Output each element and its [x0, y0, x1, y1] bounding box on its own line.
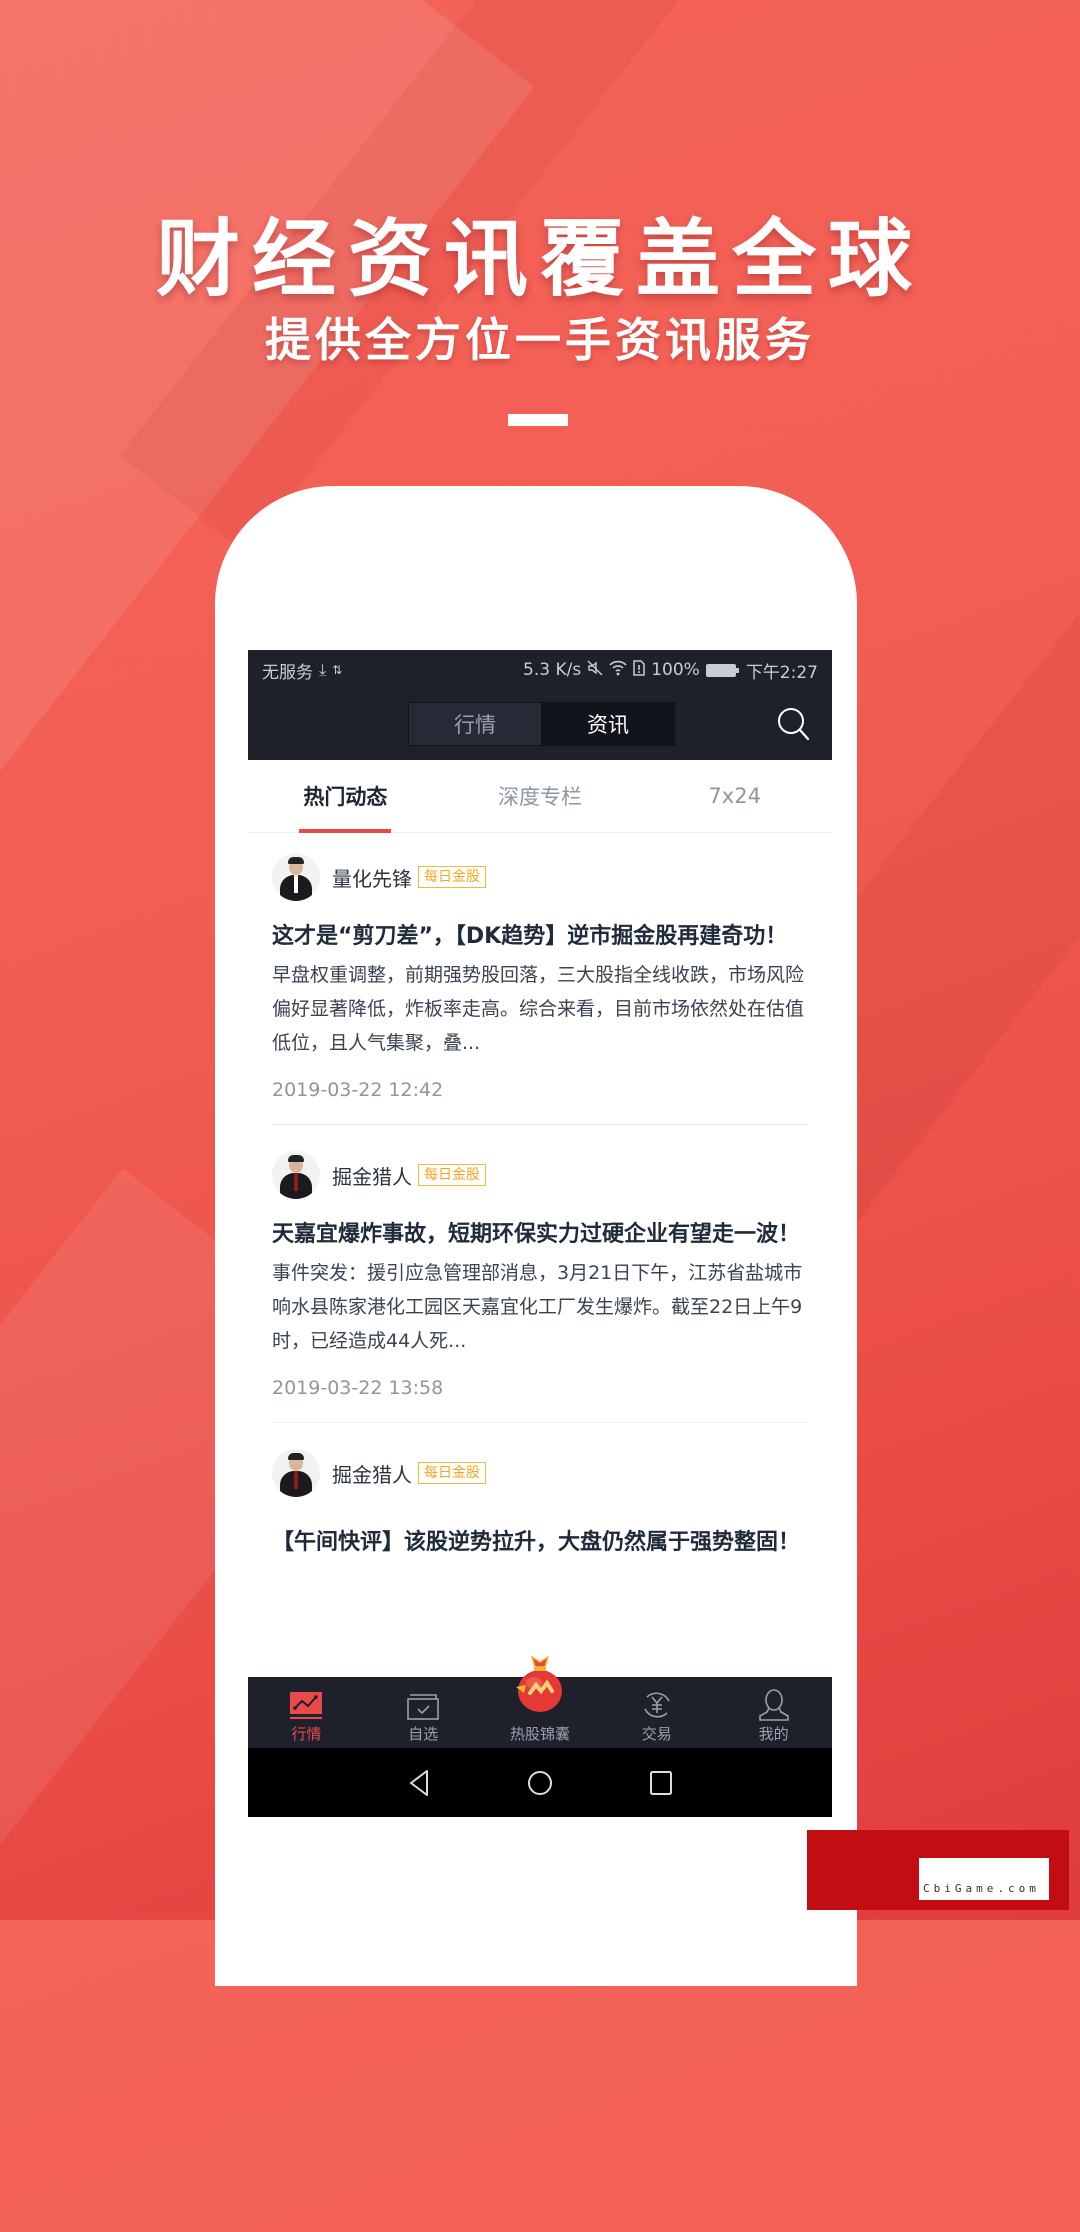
- segment-market[interactable]: 行情: [409, 703, 542, 745]
- article-item[interactable]: 掘金猎人 每日金股 【午间快评】该股逆势拉升，大盘仍然属于强势整固！: [248, 1423, 832, 1558]
- segment-control: 行情 资讯: [408, 702, 675, 746]
- tab-in-depth[interactable]: 深度专栏: [443, 760, 638, 832]
- watermark: CbiGame.com: [807, 1830, 1069, 1910]
- bottom-navigation: 行情 自选 热股锦囊 交易 我的: [248, 1655, 832, 1748]
- phone-screen: 无服务 ⤓ ⇅ 5.3 K/s 100% 下午2:27 行情 资讯 热门动态 深…: [248, 650, 832, 1817]
- article-time: 2019-03-22 13:58: [272, 1377, 444, 1399]
- nav-profile[interactable]: 我的: [715, 1677, 832, 1748]
- tab-7x24[interactable]: 7x24: [637, 760, 832, 832]
- watermark-text: CbiGame.com: [923, 1882, 1040, 1895]
- chart-line-icon: [290, 1692, 323, 1719]
- tab-hot-news[interactable]: 热门动态: [248, 760, 443, 833]
- author-name[interactable]: 掘金猎人: [332, 1459, 412, 1488]
- nav-label: 行情: [291, 1725, 322, 1743]
- system-navigation-bar: [248, 1748, 832, 1817]
- author-name[interactable]: 量化先锋: [332, 863, 412, 892]
- article-author: 掘金猎人 每日金股: [272, 1443, 808, 1503]
- back-icon[interactable]: [407, 1768, 431, 1798]
- sim-icon: [633, 659, 645, 681]
- article-summary: 早盘权重调整，前期强势股回落，三大股指全线收跌，市场风险偏好显著降低，炸板率走高…: [272, 964, 805, 1054]
- article-item[interactable]: 掘金猎人 每日金股 天嘉宜爆炸事故，短期环保实力过硬企业有望走一波！ 事件突发：…: [248, 1125, 832, 1423]
- avatar[interactable]: [272, 1449, 320, 1497]
- recents-icon[interactable]: [649, 1770, 673, 1796]
- nav-label: 我的: [758, 1725, 789, 1743]
- data-transfer-icon: ⇅: [332, 663, 343, 677]
- carrier-label: 无服务: [262, 662, 313, 683]
- search-icon: [778, 708, 810, 741]
- mute-icon: [587, 660, 603, 681]
- nav-market[interactable]: 行情: [248, 1677, 365, 1748]
- author-name[interactable]: 掘金猎人: [332, 1161, 412, 1190]
- article-title[interactable]: 天嘉宜爆炸事故，短期环保实力过硬企业有望走一波！: [272, 1219, 808, 1250]
- promo-headline: 财经资讯覆盖全球: [155, 210, 924, 308]
- category-tag: 每日金股: [418, 1164, 486, 1186]
- article-item[interactable]: 量化先锋 每日金股 这才是“剪刀差”，【DK趋势】逆市掘金股再建奇功！ 早盘权重…: [248, 833, 832, 1125]
- article-author: 量化先锋 每日金股: [272, 847, 808, 907]
- wifi-icon: [609, 660, 627, 681]
- search-button[interactable]: [776, 706, 810, 742]
- clock: 下午2:27: [745, 662, 818, 683]
- avatar[interactable]: [272, 853, 320, 901]
- download-icon: ⤓: [319, 660, 327, 679]
- promo-subheadline: 提供全方位一手资讯服务: [265, 313, 815, 367]
- watchlist-check-icon: [407, 1694, 439, 1720]
- nav-label: 自选: [408, 1725, 439, 1743]
- status-bar: 无服务 ⤓ ⇅ 5.3 K/s 100% 下午2:27: [248, 650, 832, 690]
- nav-label: 交易: [641, 1725, 672, 1743]
- article-title[interactable]: 这才是“剪刀差”，【DK趋势】逆市掘金股再建奇功！: [272, 921, 808, 952]
- nav-label: 热股锦囊: [509, 1725, 570, 1743]
- user-icon: [758, 1689, 789, 1721]
- article-title[interactable]: 【午间快评】该股逆势拉升，大盘仍然属于强势整固！: [272, 1527, 808, 1558]
- battery-icon: [705, 663, 739, 677]
- avatar[interactable]: [272, 1151, 320, 1199]
- yuan-exchange-icon: [644, 1692, 670, 1718]
- category-tag: 每日金股: [418, 1462, 486, 1484]
- network-speed: 5.3 K/s: [523, 660, 582, 680]
- nav-hot-stocks[interactable]: 热股锦囊: [482, 1655, 599, 1748]
- nav-watchlist[interactable]: 自选: [365, 1677, 482, 1748]
- promo-divider: [508, 414, 568, 426]
- article-author: 掘金猎人 每日金股: [272, 1145, 808, 1205]
- segment-news[interactable]: 资讯: [542, 703, 674, 745]
- battery-percent: 100%: [651, 660, 700, 680]
- nav-trade[interactable]: 交易: [598, 1677, 715, 1748]
- sub-tabs: 热门动态 深度专栏 7x24: [248, 760, 832, 833]
- article-summary: 事件突发：援引应急管理部消息，3月21日下午，江苏省盐城市响水县陈家港化工园区天…: [272, 1262, 803, 1352]
- article-time: 2019-03-22 12:42: [272, 1079, 444, 1101]
- home-icon[interactable]: [526, 1769, 554, 1797]
- category-tag: 每日金股: [418, 866, 486, 888]
- top-navigation: 行情 资讯: [248, 690, 832, 760]
- lucky-bag-icon: [515, 1655, 562, 1712]
